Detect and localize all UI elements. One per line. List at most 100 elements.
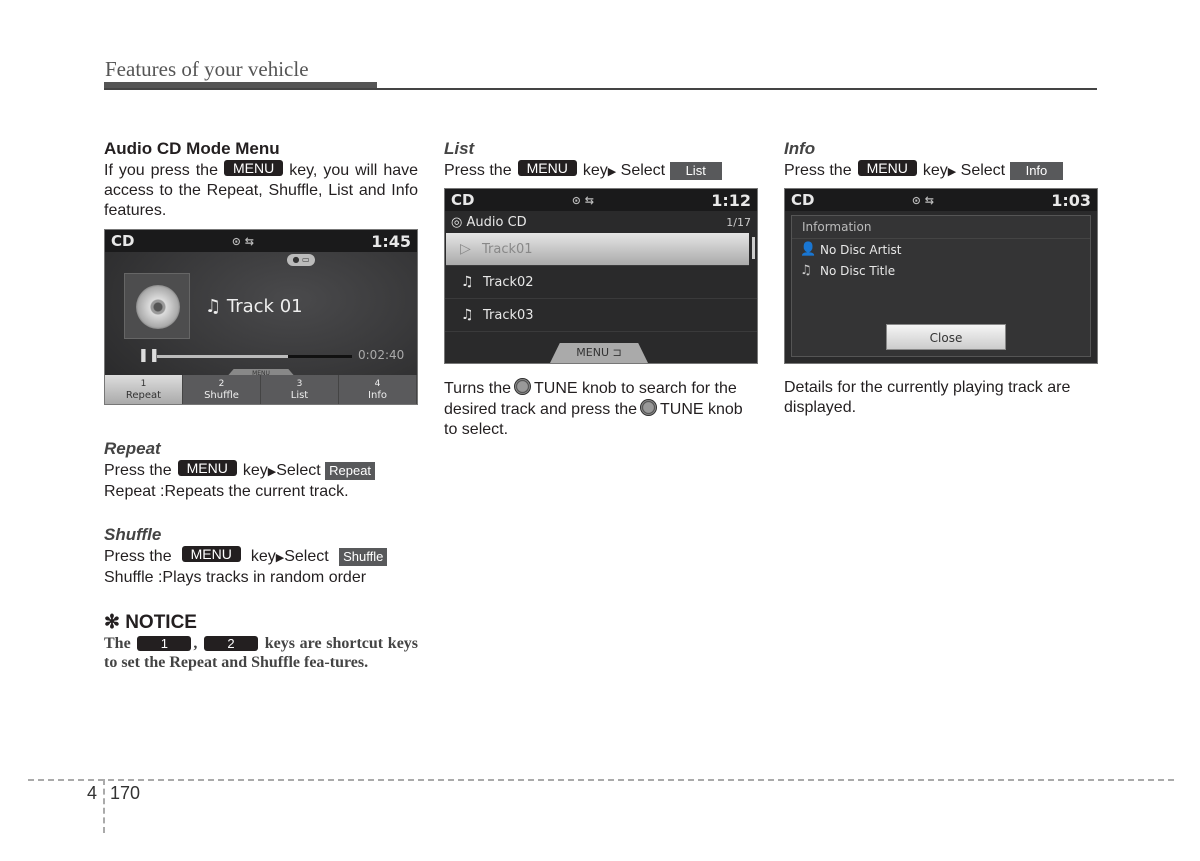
cd-list-screen: CD ⊙ ⇆ 1:12 ◎ Audio CD 1/17 ▷ Track01 ♫ Tr… [444,188,758,364]
arrow-right-icon: ▶ [607,166,617,178]
mode-label: CD [111,232,135,250]
softkey-repeat[interactable]: 1 Repeat [105,375,183,404]
status-bar: CD ⊙ ⇆ 1:12 [445,189,757,211]
mode-label: CD [451,191,475,209]
instruction-text: Select [960,162,1006,179]
progress-fill [157,355,288,358]
softkey-number: 1 [140,379,147,389]
softkey-info[interactable]: 4 Info [339,375,417,404]
close-button[interactable]: Close [886,324,1006,350]
instruction-text: Press the [444,162,512,179]
menu-back-button[interactable]: MENU ⊐ [550,343,648,363]
clock: 1:45 [371,231,411,251]
album-art [124,273,190,339]
page-number: 170 [110,783,141,803]
instruction-text: key [250,548,276,565]
notice-heading: ✻ NOTICE [104,612,197,633]
softkey-shuffle[interactable]: 2 Shuffle [183,375,261,404]
play-icon: ▷ [460,241,471,257]
softkey-number: 3 [296,379,303,389]
softkey-number: 4 [374,379,381,389]
instruction-text: key [242,462,268,479]
list-heading: List [444,139,475,158]
disc-usb-icon: ⊙ ⇆ [571,193,594,207]
column-audio-cd-menu: Audio CD Mode Menu If you press the MENU k… [104,138,418,672]
arrow-right-icon: ▶ [275,552,285,564]
information-panel: Information 👤 No Disc Artist ♫ No Disc Tit… [791,215,1091,357]
clock: 1:12 [711,190,751,210]
instruction-text: Select [284,548,329,565]
mode-label: CD [791,191,815,209]
header-rule-thin [104,88,1097,90]
page-indicator: 1/17 [726,215,751,229]
status-bar: CD ⊙ ⇆ 1:03 [785,189,1097,211]
footer-rule [28,779,1174,781]
menu-key: MENU [223,160,284,176]
info-key: Info [1009,162,1064,180]
menu-key: MENU [857,160,917,176]
artist-name: No Disc Artist [820,242,902,257]
instruction-text: Press the [104,548,172,565]
tune-knob-icon [640,399,657,416]
list-description: Turns the TUNE knob to search for the des… [444,378,758,440]
scrollbar[interactable] [752,237,755,259]
instruction-text: Press the [784,162,852,179]
status-bar: CD ⊙ ⇆ 1:45 [105,230,417,252]
disc-icon [136,285,180,329]
arrow-right-icon: ▶ [947,166,957,178]
intro-text-a: If you press the [104,162,218,179]
instruction-text: Select [276,462,321,479]
audio-cd-icon: ◎ [451,214,463,230]
repeat-description: Repeat :Repeats the current track. [104,483,349,500]
bluetooth-badge-icon: ● ▭ [287,254,315,266]
comma: , [193,635,198,652]
clock: 1:03 [1051,190,1091,210]
softkey-label: List [290,390,309,401]
info-heading: Info [784,139,816,158]
instruction-text: key [922,162,948,179]
section-heading: Audio CD Mode Menu [104,139,280,158]
artist-icon: 👤 [800,242,817,257]
instruction-text: Press the [104,462,172,479]
track-row[interactable]: ▷ Track01 [446,233,749,266]
title-row: ♫ No Disc Title [792,260,1090,281]
softkey-bar: 1 Repeat 2 Shuffle 3 List 4 Info [105,375,417,404]
music-note-icon: ♫ [800,263,812,278]
music-note-icon: ♫ [205,296,222,317]
track-name: Track03 [483,307,534,323]
disc-usb-icon: ⊙ ⇆ [231,234,254,248]
softkey-label: Info [368,390,387,401]
info-instruction: Press the MENU key▶ Select Info [784,160,1098,182]
progress-bar[interactable] [157,355,352,358]
shuffle-description: Shuffle :Plays tracks in random order [104,569,367,586]
shuffle-instruction: Press the MENU key▶Select Shuffle [104,546,418,568]
disc-title: No Disc Title [820,263,896,278]
music-note-icon: ♫ [461,274,474,290]
repeat-instruction: Press the MENU key▶Select Repeat [104,460,418,482]
panel-title: Information [792,216,1090,239]
softkey-number: 2 [218,379,225,389]
menu-key: MENU [181,546,241,562]
column-info: Info Press the MENU key▶ Select Info CD ⊙ … [784,138,1098,418]
track-row[interactable]: ♫ Track03 [445,299,757,332]
repeat-key: Repeat [325,462,376,480]
column-list: List Press the MENU key▶ Select List CD ⊙ … [444,138,758,440]
page-header-title: Features of your vehicle [105,57,309,81]
chapter-number: 4 [87,783,98,803]
disc-usb-icon: ⊙ ⇆ [911,193,934,207]
intro-paragraph: If you press the MENU key, you will have a… [104,160,418,221]
shuffle-heading: Shuffle [104,525,162,544]
shuffle-key: Shuffle [339,548,388,566]
cd-info-screen: CD ⊙ ⇆ 1:03 Information 👤 No Disc Artist … [784,188,1098,364]
tune-knob-icon [514,378,531,395]
softkey-list[interactable]: 3 List [261,375,339,404]
artist-row: 👤 No Disc Artist [792,239,1090,260]
list-header: ◎ Audio CD 1/17 [445,211,757,233]
elapsed-time: 0:02:40 [358,348,405,362]
list-key: List [669,162,722,180]
track-row[interactable]: ♫ Track02 [445,266,757,299]
source-label: Audio CD [466,214,527,230]
desc-text: Turns the [444,380,511,397]
notice-text: The 1, 2 keys are shortcut keys to set t… [104,634,418,672]
notice-text-a: The [104,635,131,652]
